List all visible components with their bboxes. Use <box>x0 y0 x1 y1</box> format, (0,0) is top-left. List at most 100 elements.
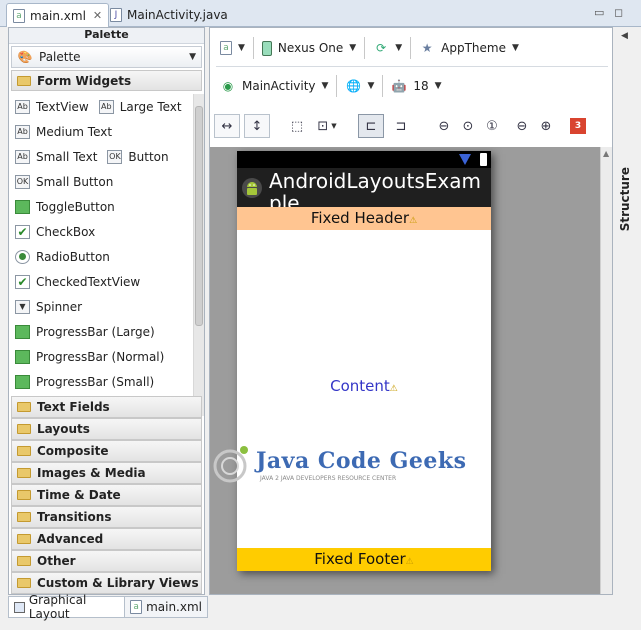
category-transitions[interactable]: Transitions <box>11 506 202 528</box>
config-toolbar-1: a ▼ Nexus One ▼ ⟳ ▼ ★ AppTheme ▼ <box>210 32 612 64</box>
widget-progressbar-small[interactable]: ProgressBar (Small) <box>36 375 154 389</box>
category-list: Text Fields Layouts Composite Images & M… <box>11 396 202 594</box>
warning-icon: ⚠ <box>409 216 418 226</box>
zoom-fit-button[interactable]: ⊙ <box>458 116 478 136</box>
folder-icon <box>17 578 31 588</box>
config-toolbar-2: ◉ MainActivity ▼ 🌐 ▼ 🤖 18 ▼ <box>210 70 612 102</box>
xml-file-icon: a <box>130 600 143 614</box>
widget-checked-textview[interactable]: CheckedTextView <box>36 275 140 289</box>
chevron-down-icon: ▼ <box>395 43 403 53</box>
device-selector[interactable]: Nexus One ▼ <box>261 40 356 56</box>
widget-radio-button[interactable]: RadioButton <box>36 250 110 264</box>
api-level-selector[interactable]: 🤖 18 ▼ <box>391 78 442 94</box>
activity-selector[interactable]: ◉ MainActivity ▼ <box>220 78 329 94</box>
fixed-header[interactable]: Fixed Header⚠ <box>237 207 491 230</box>
folder-icon <box>17 490 31 500</box>
zoom-100-button[interactable]: ① <box>482 116 502 136</box>
category-images-media[interactable]: Images & Media <box>11 462 202 484</box>
category-other[interactable]: Other <box>11 550 202 572</box>
widget-list: Ab TextView Ab Large Text Ab Medium Text… <box>15 94 190 394</box>
widget-button[interactable]: Button <box>128 150 168 164</box>
error-count-badge[interactable]: 3 <box>570 118 586 134</box>
fixed-footer[interactable]: Fixed Footer⚠ <box>237 548 491 571</box>
device-preview: AndroidLayoutsExample Fixed Header⚠ Cont… <box>237 151 491 571</box>
zoom-out-icon: ⊖ <box>438 118 450 134</box>
rotate-icon: ⟳ <box>376 41 387 55</box>
layout-height-button[interactable]: ⊐ <box>388 114 414 138</box>
category-label: Layouts <box>37 422 90 436</box>
activity-label: MainActivity <box>242 79 316 93</box>
category-custom-library-views[interactable]: Custom & Library Views <box>11 572 202 594</box>
zoom-in-icon: ⊕ <box>540 118 552 134</box>
config-selector[interactable]: a ▼ <box>220 41 245 55</box>
canvas-scrollbar[interactable]: ▲ <box>600 147 612 594</box>
orientation-selector[interactable]: ⟳ ▼ <box>373 40 402 56</box>
widget-textview[interactable]: TextView <box>36 100 89 114</box>
widget-progressbar-large[interactable]: ProgressBar (Large) <box>36 325 155 339</box>
folder-icon <box>17 446 31 456</box>
palette-selector[interactable]: 🎨 Palette ▼ <box>11 46 202 68</box>
scroll-thumb[interactable] <box>195 106 203 326</box>
widget-large-text[interactable]: Large Text <box>120 100 182 114</box>
category-label: Custom & Library Views <box>37 576 199 590</box>
category-label: Form Widgets <box>37 73 132 88</box>
layout-width-icon: ⊏ <box>365 118 377 134</box>
widget-medium-text[interactable]: Medium Text <box>36 125 112 139</box>
content-view[interactable]: Content⚠ <box>237 377 491 395</box>
category-advanced[interactable]: Advanced <box>11 528 202 550</box>
widget-checkbox[interactable]: CheckBox <box>36 225 95 239</box>
widget-small-button[interactable]: Small Button <box>36 175 113 189</box>
structure-panel: ◀ Structure <box>614 27 641 595</box>
toggle-fill-height-button[interactable]: ↕ <box>244 114 270 138</box>
chevron-down-icon: ▼ <box>511 43 519 53</box>
category-label: Text Fields <box>37 400 110 414</box>
vertical-arrows-icon: ↕ <box>251 118 263 134</box>
category-layouts[interactable]: Layouts <box>11 418 202 440</box>
theme-selector[interactable]: ★ AppTheme ▼ <box>419 40 519 56</box>
structure-label[interactable]: Structure <box>618 167 632 231</box>
layout-width-button[interactable]: ⊏ <box>358 114 384 138</box>
folder-icon <box>17 512 31 522</box>
category-form-widgets[interactable]: Form Widgets <box>11 70 202 91</box>
tab-main-xml[interactable]: a main.xml ✕ <box>6 3 110 27</box>
tab-label: main.xml <box>30 8 86 23</box>
fixed-footer-label: Fixed Footer <box>314 550 406 568</box>
category-composite[interactable]: Composite <box>11 440 202 462</box>
close-icon[interactable]: ✕ <box>93 9 102 22</box>
gravity-button[interactable]: ⊡ ▼ <box>314 114 340 138</box>
palette-scrollbar[interactable] <box>193 94 204 416</box>
widget-small-text[interactable]: Small Text <box>36 150 97 164</box>
widget-toggle-button[interactable]: ToggleButton <box>36 200 115 214</box>
category-label: Composite <box>37 444 109 458</box>
api-level-label: 18 <box>413 79 429 93</box>
zoom-out-button[interactable]: ⊖ <box>512 116 532 136</box>
zoom-in-button[interactable]: ⊕ <box>536 116 556 136</box>
category-text-fields[interactable]: Text Fields <box>11 396 202 418</box>
category-label: Transitions <box>37 510 112 524</box>
watermark-brand: Java Code Geeks <box>256 448 467 474</box>
widget-spinner[interactable]: Spinner <box>36 300 82 314</box>
tab-xml-source[interactable]: a main.xml <box>125 596 208 618</box>
jcg-logo <box>213 446 248 483</box>
collapse-arrow-icon[interactable]: ◀ <box>621 31 628 41</box>
zoom-real-size-button[interactable]: ⊖ <box>434 116 454 136</box>
tab-label: main.xml <box>146 600 202 614</box>
palette-header: Palette <box>9 28 204 44</box>
tab-graphical-layout[interactable]: Graphical Layout <box>8 593 126 621</box>
tab-mainactivity-java[interactable]: J MainActivity.java <box>104 3 234 27</box>
locale-selector[interactable]: 🌐 ▼ <box>345 78 374 94</box>
spinner-icon: ▼ <box>15 299 30 314</box>
margins-button[interactable]: ⬚ <box>284 114 310 138</box>
toolbar-separator <box>252 37 254 59</box>
widget-progressbar-normal[interactable]: ProgressBar (Normal) <box>36 350 164 364</box>
action-bar: AndroidLayoutsExample <box>237 168 491 207</box>
category-time-date[interactable]: Time & Date <box>11 484 202 506</box>
toggle-fill-width-button[interactable]: ↔ <box>214 114 240 138</box>
minimize-icon[interactable]: ▭ <box>594 6 604 19</box>
maximize-icon[interactable]: ◻ <box>614 6 623 19</box>
chevron-down-icon: ▼ <box>331 122 337 130</box>
scroll-up-icon[interactable]: ▲ <box>603 149 609 158</box>
layout-editor: a ▼ Nexus One ▼ ⟳ ▼ ★ AppTheme ▼ ◉ MainA… <box>209 27 613 595</box>
toolbar-separator <box>364 37 366 59</box>
category-label: Time & Date <box>37 488 121 502</box>
